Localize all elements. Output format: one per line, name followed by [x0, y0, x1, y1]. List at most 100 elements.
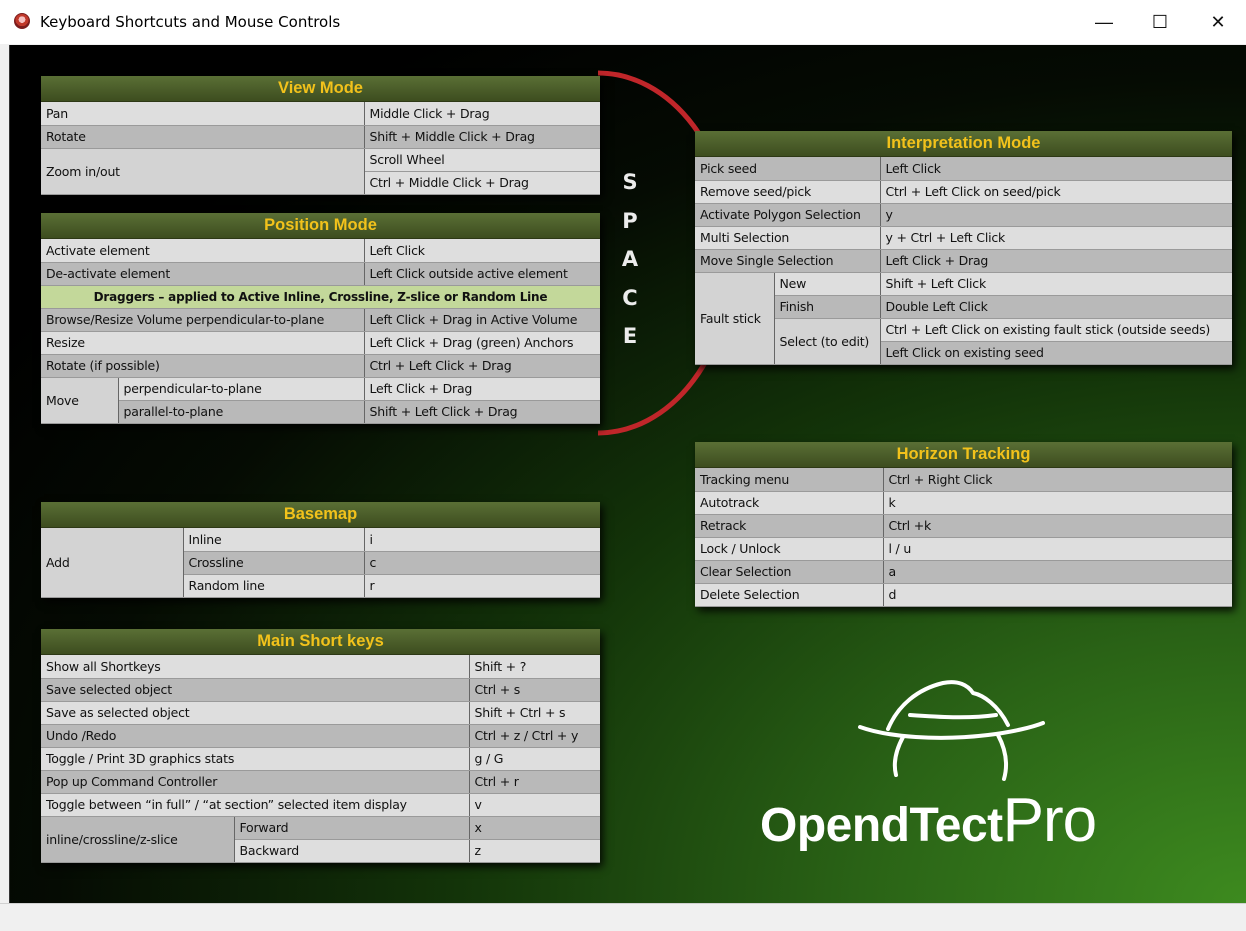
action-cell: Remove seed/pick: [695, 180, 881, 204]
key-cell: Ctrl + s: [469, 678, 600, 702]
control-cell: Double Left Click: [880, 295, 1233, 319]
control-cell: Left Click + Drag: [364, 377, 601, 401]
minimize-icon: —: [1095, 11, 1113, 32]
minimize-button[interactable]: —: [1076, 0, 1132, 44]
panel-title: Horizon Tracking: [695, 442, 1232, 468]
space-bar-label: S P A C E: [617, 163, 643, 356]
sub-action-cell: New: [774, 272, 881, 296]
action-cell: Resize: [41, 331, 365, 355]
key-cell: x: [469, 816, 600, 840]
action-cell: De-activate element: [41, 262, 365, 286]
logo-main-text: OpendTect: [760, 799, 1003, 852]
action-cell: Rotate (if possible): [41, 354, 365, 378]
action-cell: Show all Shortkeys: [41, 655, 470, 679]
move-label-cell: Move: [41, 377, 119, 424]
action-cell: Tracking menu: [695, 468, 884, 492]
control-cell: Ctrl + Left Click + Drag: [364, 354, 601, 378]
control-cell: Ctrl + Left Click on seed/pick: [880, 180, 1233, 204]
sub-action-cell: parallel-to-plane: [118, 400, 365, 424]
space-letter: S: [622, 170, 638, 194]
hat-icon: [858, 680, 1045, 781]
control-cell: k: [883, 491, 1232, 515]
space-letter: C: [622, 285, 638, 310]
key-cell: i: [364, 528, 600, 552]
action-cell: Browse/Resize Volume perpendicular-to-pl…: [41, 308, 365, 332]
panel-title: View Mode: [41, 76, 600, 102]
control-cell: Shift + Middle Click + Drag: [364, 125, 600, 149]
key-cell: Ctrl + r: [469, 770, 600, 794]
sub-action-cell: Forward: [234, 816, 470, 840]
status-bar: [0, 903, 1246, 931]
slice-label-cell: inline/crossline/z-slice: [41, 816, 235, 863]
sub-action-cell: Crossline: [183, 551, 365, 575]
control-cell: a: [883, 560, 1232, 584]
control-cell: Ctrl + Right Click: [883, 468, 1232, 492]
panel-title: Interpretation Mode: [695, 131, 1232, 157]
control-cell: Left Click + Drag (green) Anchors: [364, 331, 601, 355]
logo-pro-text: Pro: [1002, 786, 1097, 855]
window-title: Keyboard Shortcuts and Mouse Controls: [40, 13, 341, 31]
control-cell: l / u: [883, 537, 1232, 561]
sub-action-cell: perpendicular-to-plane: [118, 377, 365, 401]
action-cell: Save as selected object: [41, 701, 470, 725]
sub-action-cell: Backward: [234, 839, 470, 863]
interpretation-mode-panel: Interpretation Mode Pick seed Left Click…: [695, 131, 1233, 365]
position-mode-panel: Position Mode Activate element Left Clic…: [41, 213, 601, 424]
control-cell: Scroll Wheel: [364, 148, 600, 172]
space-letter: A: [621, 247, 639, 271]
opendtect-pro-logo: OpendTectPro: [760, 675, 1180, 875]
space-letter: E: [622, 324, 638, 348]
view-mode-panel: View Mode Pan Middle Click + Drag Rotate…: [41, 76, 600, 195]
title-bar: Keyboard Shortcuts and Mouse Controls — …: [0, 0, 1246, 44]
action-cell: Delete Selection: [695, 583, 884, 607]
control-cell: Left Click outside active element: [364, 262, 601, 286]
basemap-panel: Basemap Add Inline i Crossline c Random …: [41, 502, 600, 598]
action-cell: Pan: [41, 102, 365, 126]
sub-action-cell: Random line: [183, 574, 365, 598]
horizon-tracking-panel: Horizon Tracking Tracking menu Ctrl + Ri…: [695, 442, 1232, 607]
control-cell: Left Click + Drag in Active Volume: [364, 308, 601, 332]
sub-action-cell: Finish: [774, 295, 881, 319]
action-cell: Autotrack: [695, 491, 884, 515]
control-cell: y: [880, 203, 1233, 227]
panel-title: Main Short keys: [41, 629, 600, 655]
control-cell: Left Click on existing seed: [880, 341, 1233, 365]
control-cell: y + Ctrl + Left Click: [880, 226, 1233, 250]
action-cell: Activate Polygon Selection: [695, 203, 881, 227]
space-letter: P: [622, 208, 638, 233]
control-cell: Left Click: [364, 239, 601, 263]
action-cell: Multi Selection: [695, 226, 881, 250]
key-cell: Shift + ?: [469, 655, 600, 679]
key-cell: z: [469, 839, 600, 863]
action-cell: Save selected object: [41, 678, 470, 702]
maximize-icon: ☐: [1151, 11, 1169, 32]
key-cell: r: [364, 574, 600, 598]
main-short-keys-panel: Main Short keys Show all Shortkeys Shift…: [41, 629, 600, 863]
logo-wordmark: OpendTectPro: [760, 785, 1097, 856]
opendtect-app-icon: [14, 13, 30, 29]
fault-stick-label-cell: Fault stick: [695, 272, 775, 365]
panel-title: Position Mode: [41, 213, 600, 239]
close-button[interactable]: ✕: [1190, 0, 1246, 44]
control-cell: Shift + Left Click + Drag: [364, 400, 601, 424]
key-cell: g / G: [469, 747, 600, 771]
close-icon: ✕: [1210, 11, 1226, 32]
control-cell: Left Click + Drag: [880, 249, 1233, 273]
action-cell: Toggle / Print 3D graphics stats: [41, 747, 470, 771]
action-cell: Activate element: [41, 239, 365, 263]
action-cell: Move Single Selection: [695, 249, 881, 273]
action-cell: Pop up Command Controller: [41, 770, 470, 794]
control-cell: d: [883, 583, 1232, 607]
control-cell: Ctrl + Middle Click + Drag: [364, 171, 600, 195]
control-cell: Ctrl + Left Click on existing fault stic…: [880, 318, 1233, 342]
control-cell: Middle Click + Drag: [364, 102, 600, 126]
action-cell: Clear Selection: [695, 560, 884, 584]
action-cell: Pick seed: [695, 157, 881, 181]
maximize-button[interactable]: ☐: [1132, 0, 1188, 44]
key-cell: Ctrl + z / Ctrl + y: [469, 724, 600, 748]
key-cell: Shift + Ctrl + s: [469, 701, 600, 725]
action-cell: Toggle between “in full” / “at section” …: [41, 793, 470, 817]
action-cell: Rotate: [41, 125, 365, 149]
control-cell: Left Click: [880, 157, 1233, 181]
key-cell: v: [469, 793, 600, 817]
